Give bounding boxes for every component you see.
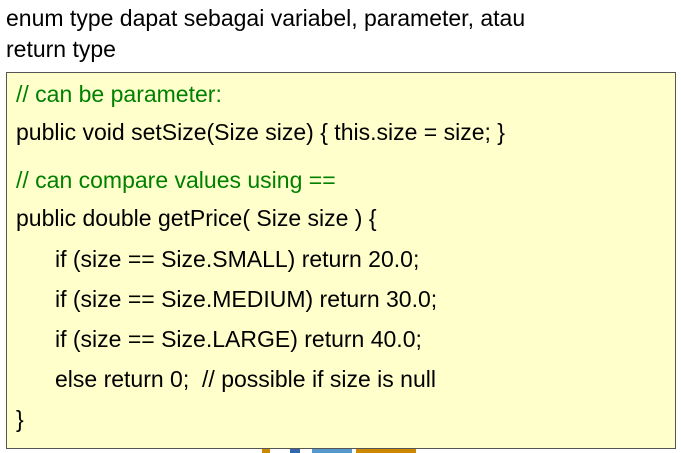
code-line: if (size == Size.MEDIUM) return 30.0; (55, 286, 438, 312)
code-line: else return 0; // possible if size is nu… (55, 366, 436, 392)
intro-text: enum type dapat sebagai variabel, parame… (6, 3, 666, 65)
decorative-strip (290, 449, 300, 453)
intro-line-1: enum type dapat sebagai variabel, parame… (6, 5, 526, 31)
code-block: // can be parameter: public void setSize… (6, 72, 676, 449)
intro-line-2: return type (6, 36, 116, 62)
code-line: if (size == Size.SMALL) return 20.0; (55, 246, 420, 272)
code-line: } (16, 406, 24, 432)
decorative-strip (312, 449, 352, 453)
code-line-comment: // can be parameter: (16, 81, 222, 107)
code-line: if (size == Size.LARGE) return 40.0; (55, 326, 422, 352)
code-line: public void setSize(Size size) { this.si… (16, 119, 505, 145)
decorative-strip (262, 449, 270, 453)
decorative-strip (356, 449, 416, 453)
slide: enum type dapat sebagai variabel, parame… (0, 0, 681, 453)
code-line: public double getPrice( Size size ) { (16, 205, 377, 231)
code-line-comment: // can compare values using == (16, 167, 336, 193)
